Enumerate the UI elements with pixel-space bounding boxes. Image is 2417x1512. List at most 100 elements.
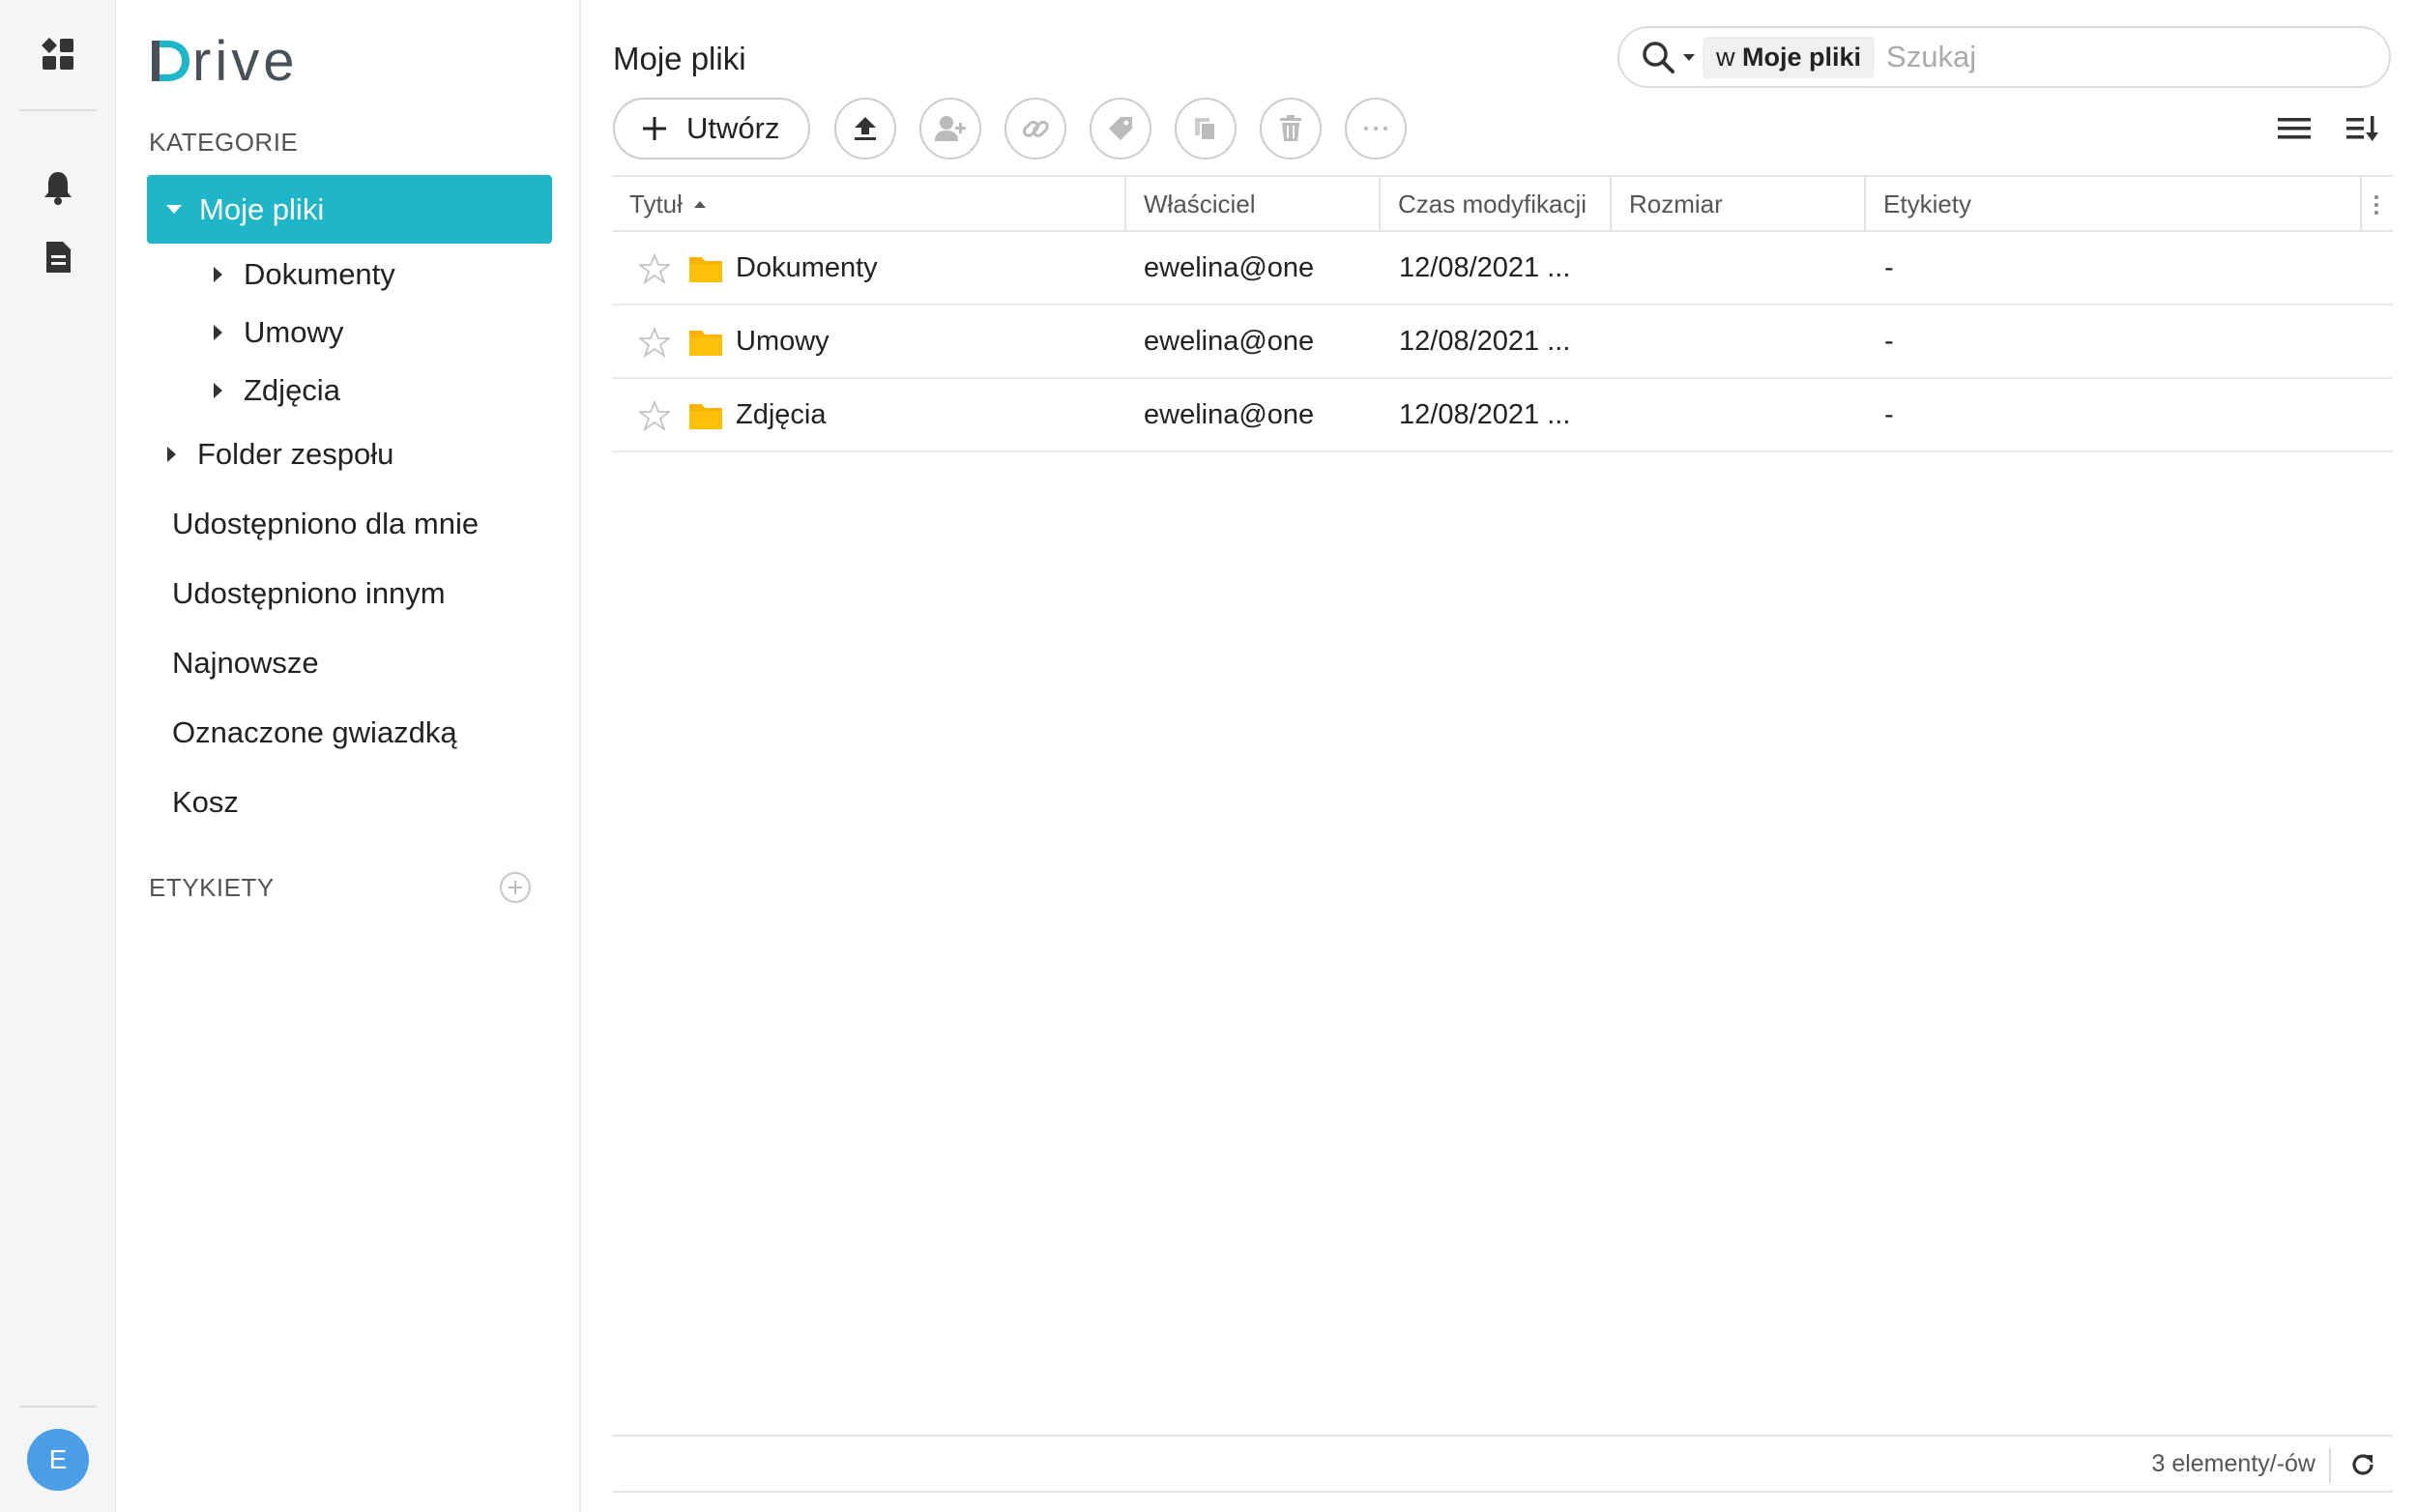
refresh-icon bbox=[2352, 1454, 2373, 1475]
list-view-button[interactable] bbox=[2272, 106, 2316, 151]
caret-right-icon bbox=[214, 325, 222, 340]
sidebar-item-label: Moje pliki bbox=[199, 191, 325, 226]
drive-logo[interactable]: rive bbox=[150, 27, 298, 95]
table-header: Tytuł Właściciel Czas modyfikacji Rozmia… bbox=[612, 175, 2393, 232]
cell-labels: - bbox=[1884, 251, 1894, 283]
link-button[interactable] bbox=[1005, 98, 1066, 160]
cell-title: Dokumenty bbox=[736, 251, 878, 283]
labels-heading: ETYKIETY bbox=[149, 873, 275, 902]
table-row[interactable]: Umowy ewelina@one 12/08/2021 ... - bbox=[612, 305, 2393, 379]
sidebar-item-label: Umowy bbox=[244, 315, 344, 349]
caret-right-icon bbox=[214, 267, 222, 282]
refresh-button[interactable] bbox=[2346, 1448, 2379, 1481]
search-input[interactable] bbox=[1886, 40, 2351, 74]
bell-icon[interactable] bbox=[37, 166, 79, 209]
rail-divider bbox=[19, 109, 97, 111]
upload-icon bbox=[855, 117, 876, 140]
star-icon[interactable] bbox=[639, 327, 670, 358]
table-row[interactable]: Dokumenty ewelina@one 12/08/2021 ... - bbox=[612, 232, 2393, 305]
apps-grid-icon[interactable] bbox=[37, 33, 79, 75]
sort-button[interactable] bbox=[2341, 106, 2385, 151]
cell-modified: 12/08/2021 ... bbox=[1399, 398, 1571, 430]
column-label: Tytuł bbox=[629, 189, 683, 218]
caret-down-icon bbox=[166, 205, 182, 214]
cell-labels: - bbox=[1884, 325, 1894, 357]
cell-modified: 12/08/2021 ... bbox=[1399, 325, 1571, 357]
share-user-button[interactable] bbox=[919, 98, 981, 160]
sidebar-subfolder-umowy[interactable]: Umowy bbox=[214, 311, 343, 354]
column-settings-button[interactable] bbox=[2360, 177, 2393, 232]
sidebar-item-starred[interactable]: Oznaczone gwiazdką bbox=[172, 712, 457, 754]
copy-icon bbox=[1195, 118, 1216, 141]
tag-icon bbox=[1109, 117, 1132, 140]
sidebar-item-shared-with-others[interactable]: Udostępniono innym bbox=[172, 572, 446, 615]
caret-right-icon bbox=[167, 447, 176, 462]
cell-modified: 12/08/2021 ... bbox=[1399, 251, 1571, 283]
page-title: Moje pliki bbox=[613, 41, 746, 76]
footer-divider bbox=[2329, 1448, 2331, 1483]
kebab-icon bbox=[2374, 194, 2378, 215]
app-rail: E bbox=[0, 0, 116, 1512]
cell-owner: ewelina@one bbox=[1144, 251, 1315, 283]
sidebar-item-team-folder[interactable]: Folder zespołu bbox=[167, 433, 393, 476]
sidebar-subfolder-zdjecia[interactable]: Zdjęcia bbox=[214, 369, 340, 412]
sidebar-item-label: Dokumenty bbox=[244, 257, 395, 291]
sidebar-item-my-files[interactable]: Moje pliki bbox=[147, 175, 552, 244]
sidebar-item-label: Folder zespołu bbox=[197, 437, 394, 471]
more-icon bbox=[1363, 126, 1388, 131]
column-header-owner[interactable]: Właściciel bbox=[1124, 177, 1379, 232]
more-button[interactable] bbox=[1345, 98, 1407, 160]
cell-labels: - bbox=[1884, 398, 1894, 430]
star-icon[interactable] bbox=[639, 253, 670, 284]
sidebar-item-label: Zdjęcia bbox=[244, 373, 340, 407]
rail-divider bbox=[19, 1406, 97, 1408]
copy-button[interactable] bbox=[1175, 98, 1237, 160]
create-button[interactable]: Utwórz bbox=[613, 98, 810, 160]
folder-icon bbox=[689, 257, 722, 282]
sidebar-item-recent[interactable]: Najnowsze bbox=[172, 642, 319, 684]
logo-d-mark bbox=[152, 41, 189, 81]
star-icon[interactable] bbox=[639, 400, 670, 431]
sidebar: rive KATEGORIE Moje pliki Dokumenty Umow… bbox=[117, 0, 581, 1512]
upload-button[interactable] bbox=[834, 98, 896, 160]
column-header-modified[interactable]: Czas modyfikacji bbox=[1379, 177, 1610, 232]
main-content: Moje pliki w Moje pliki Utwórz bbox=[612, 0, 2393, 1512]
logo-text: rive bbox=[192, 29, 299, 93]
cell-owner: ewelina@one bbox=[1144, 398, 1315, 430]
scope-name: Moje pliki bbox=[1742, 42, 1862, 72]
sidebar-item-trash[interactable]: Kosz bbox=[172, 781, 239, 824]
delete-button[interactable] bbox=[1260, 98, 1322, 160]
create-button-label: Utwórz bbox=[686, 111, 780, 145]
tag-button[interactable] bbox=[1090, 98, 1151, 160]
search-icon bbox=[1643, 42, 1674, 73]
share-user-icon bbox=[935, 116, 966, 141]
cell-title: Umowy bbox=[736, 325, 830, 357]
column-header-size[interactable]: Rozmiar bbox=[1610, 177, 1864, 232]
sort-icon bbox=[2346, 116, 2378, 141]
table-row[interactable]: Zdjęcia ewelina@one 12/08/2021 ... - bbox=[612, 379, 2393, 452]
column-header-labels[interactable]: Etykiety bbox=[1864, 177, 2360, 232]
folder-icon bbox=[689, 331, 722, 356]
add-label-button[interactable] bbox=[500, 872, 531, 903]
folder-icon bbox=[689, 404, 722, 429]
sidebar-item-shared-with-me[interactable]: Udostępniono dla mnie bbox=[172, 503, 479, 545]
file-table: Tytuł Właściciel Czas modyfikacji Rozmia… bbox=[612, 175, 2393, 452]
column-header-title[interactable]: Tytuł bbox=[612, 177, 1124, 232]
cell-title: Zdjęcia bbox=[736, 398, 827, 430]
avatar[interactable]: E bbox=[27, 1429, 89, 1491]
cell-owner: ewelina@one bbox=[1144, 325, 1315, 357]
document-icon[interactable] bbox=[37, 236, 79, 278]
link-icon bbox=[1022, 120, 1049, 137]
trash-icon bbox=[1280, 115, 1301, 141]
sidebar-subfolder-dokumenty[interactable]: Dokumenty bbox=[214, 253, 395, 296]
caret-right-icon bbox=[214, 383, 222, 398]
plus-icon bbox=[642, 116, 667, 141]
item-count: 3 elementy/-ów bbox=[2151, 1449, 2315, 1477]
search-bar[interactable]: w Moje pliki bbox=[1617, 26, 2391, 88]
chevron-down-icon bbox=[1683, 53, 1695, 61]
list-view-icon bbox=[2278, 118, 2311, 139]
sort-ascending-icon bbox=[693, 201, 706, 208]
table-footer: 3 elementy/-ów bbox=[612, 1435, 2393, 1493]
search-options-toggle[interactable] bbox=[1641, 40, 1695, 74]
scope-prefix: w bbox=[1716, 42, 1735, 72]
